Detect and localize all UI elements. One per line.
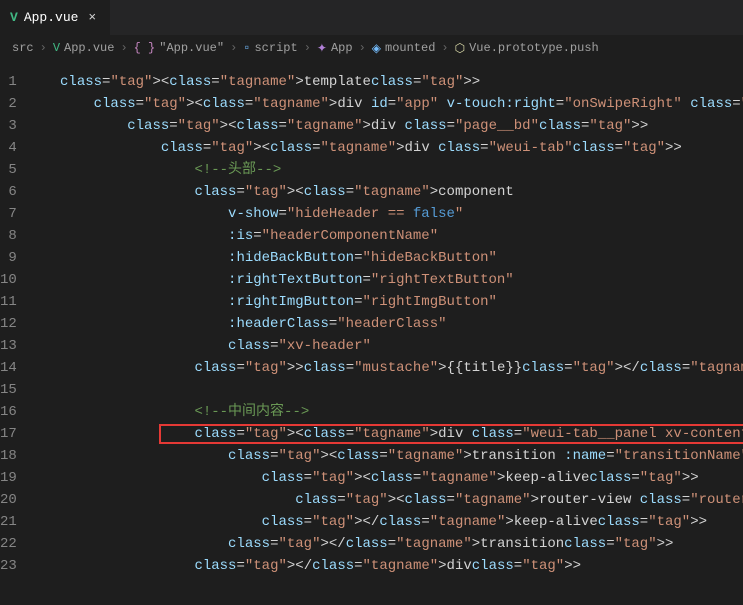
- vue-icon: V: [10, 10, 18, 25]
- code-line[interactable]: class="tag"></class="tagname">divclass="…: [35, 555, 743, 577]
- line-number: 19: [0, 467, 17, 489]
- code-line[interactable]: class="tag"><class="tagname">div class="…: [35, 423, 743, 445]
- chevron-right-icon: ›: [359, 41, 366, 55]
- line-number: 16: [0, 401, 17, 423]
- line-number: 23: [0, 555, 17, 577]
- line-number: 15: [0, 379, 17, 401]
- chevron-right-icon: ›: [120, 41, 127, 55]
- vue-icon: V: [53, 41, 60, 55]
- breadcrumb-item[interactable]: mounted: [385, 41, 435, 55]
- breadcrumb-item[interactable]: App.vue: [64, 41, 114, 55]
- breadcrumb: src › V App.vue › { } "App.vue" › ▫ scri…: [0, 35, 743, 61]
- code-line[interactable]: class="tag"><class="tagname">transition …: [35, 445, 743, 467]
- code-line[interactable]: class="tag"><class="tagname">div class="…: [35, 115, 743, 137]
- line-number: 22: [0, 533, 17, 555]
- code-line[interactable]: class="tag"><class="tagname">keep-alivec…: [35, 467, 743, 489]
- chevron-right-icon: ›: [441, 41, 448, 55]
- method-icon: ◈: [372, 41, 381, 56]
- code-line[interactable]: class="tag"></class="tagname">transition…: [35, 533, 743, 555]
- code-line[interactable]: :rightTextButton="rightTextButton": [35, 269, 743, 291]
- chevron-right-icon: ›: [230, 41, 237, 55]
- breadcrumb-item[interactable]: Vue.prototype.push: [469, 41, 599, 55]
- line-number: 8: [0, 225, 17, 247]
- line-number: 4: [0, 137, 17, 159]
- code-area[interactable]: class="tag"><class="tagname">templatecla…: [35, 61, 743, 605]
- line-number: 5: [0, 159, 17, 181]
- line-number: 14: [0, 357, 17, 379]
- code-line[interactable]: class="tag"><class="tagname">templatecla…: [35, 71, 743, 93]
- chevron-right-icon: ›: [304, 41, 311, 55]
- code-line[interactable]: v-show="hideHeader == false": [35, 203, 743, 225]
- line-number: 2: [0, 93, 17, 115]
- code-line[interactable]: class="tag"></class="tagname">keep-alive…: [35, 511, 743, 533]
- code-line[interactable]: class="tag"><class="tagname">router-view…: [35, 489, 743, 511]
- file-tab[interactable]: V App.vue ×: [0, 0, 111, 35]
- breadcrumb-item[interactable]: "App.vue": [159, 41, 224, 55]
- breadcrumb-item[interactable]: script: [254, 41, 297, 55]
- code-line[interactable]: <!--头部-->: [35, 159, 743, 181]
- code-line[interactable]: <!--中间内容-->: [35, 401, 743, 423]
- code-line[interactable]: class="xv-header": [35, 335, 743, 357]
- code-line[interactable]: [35, 379, 743, 401]
- code-line[interactable]: class="tag">>class="mustache">{{title}}c…: [35, 357, 743, 379]
- code-line[interactable]: :is="headerComponentName": [35, 225, 743, 247]
- code-line[interactable]: :rightImgButton="rightImgButton": [35, 291, 743, 313]
- tab-title: App.vue: [24, 10, 79, 25]
- line-gutter: 1234567891011121314151617181920212223: [0, 61, 35, 605]
- function-icon: ⬡: [455, 41, 465, 56]
- code-line[interactable]: :headerClass="headerClass": [35, 313, 743, 335]
- braces-icon: { }: [134, 41, 156, 55]
- line-number: 7: [0, 203, 17, 225]
- line-number: 20: [0, 489, 17, 511]
- line-number: 21: [0, 511, 17, 533]
- line-number: 11: [0, 291, 17, 313]
- code-line[interactable]: class="tag"><class="tagname">div class="…: [35, 137, 743, 159]
- line-number: 18: [0, 445, 17, 467]
- cube-icon: ▫: [243, 41, 250, 55]
- close-icon[interactable]: ×: [84, 10, 100, 25]
- line-number: 12: [0, 313, 17, 335]
- line-number: 6: [0, 181, 17, 203]
- class-icon: ✦: [317, 41, 327, 56]
- line-number: 13: [0, 335, 17, 357]
- breadcrumb-item[interactable]: src: [12, 41, 34, 55]
- code-line[interactable]: class="tag"><class="tagname">component: [35, 181, 743, 203]
- chevron-right-icon: ›: [40, 41, 47, 55]
- line-number: 9: [0, 247, 17, 269]
- code-editor[interactable]: 1234567891011121314151617181920212223 cl…: [0, 61, 743, 605]
- line-number: 3: [0, 115, 17, 137]
- breadcrumb-item[interactable]: App: [331, 41, 353, 55]
- line-number: 1: [0, 71, 17, 93]
- tab-bar: V App.vue ×: [0, 0, 743, 35]
- code-line[interactable]: :hideBackButton="hideBackButton": [35, 247, 743, 269]
- code-line[interactable]: class="tag"><class="tagname">div id="app…: [35, 93, 743, 115]
- line-number: 10: [0, 269, 17, 291]
- line-number: 17: [0, 423, 17, 445]
